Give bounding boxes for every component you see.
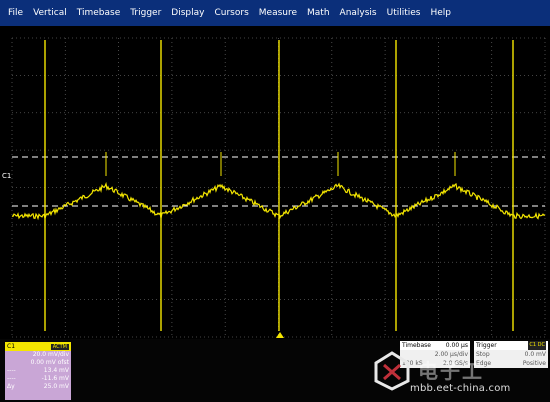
menu-trigger[interactable]: Trigger <box>125 8 166 18</box>
watermark-url: mbb.eet-china.com <box>410 383 511 394</box>
cursor1-label: ---- <box>7 367 16 374</box>
menu-measure[interactable]: Measure <box>254 8 302 18</box>
channel-badge: ACTM <box>50 343 69 350</box>
volts-per-div: 20.0 mV/div <box>32 351 69 358</box>
menu-vertical[interactable]: Vertical <box>28 8 72 18</box>
cursor2-value: -11.6 mV <box>41 375 69 382</box>
watermark-cn: 电子工 <box>418 359 484 383</box>
channel-row: ---- 13.4 mV <box>5 367 71 375</box>
menu-analysis[interactable]: Analysis <box>335 8 382 18</box>
channel-offset-marker[interactable]: C1 <box>2 172 11 180</box>
channel-row: Δy 25.0 mV <box>5 383 71 391</box>
channel-name: C1 <box>7 343 16 350</box>
menu-file[interactable]: File <box>0 8 28 18</box>
channel-row: ---- -11.6 mV <box>5 375 71 383</box>
menu-timebase[interactable]: Timebase <box>72 8 125 18</box>
offset: 0.00 mV ofst <box>30 359 69 366</box>
cursor1-value: 13.4 mV <box>43 367 69 374</box>
delta-label: Δy <box>7 383 15 390</box>
channel-row: 0.00 mV ofst <box>5 359 71 367</box>
menu-bar: File Vertical Timebase Trigger Display C… <box>0 0 550 26</box>
cursor2-label: ---- <box>7 375 16 382</box>
menu-help[interactable]: Help <box>426 8 457 18</box>
menu-utilities[interactable]: Utilities <box>382 8 426 18</box>
watermark: 电子工 mbb.eet-china.com <box>370 345 546 401</box>
watermark-logo <box>374 351 410 391</box>
menu-display[interactable]: Display <box>166 8 209 18</box>
menu-math[interactable]: Math <box>302 8 335 18</box>
menu-cursors[interactable]: Cursors <box>209 8 253 18</box>
delta-value: 25.0 mV <box>43 383 69 390</box>
waveform-display[interactable] <box>0 26 550 339</box>
channel-row: 20.0 mV/div <box>5 351 71 359</box>
status-area: C1 ACTM 20.0 mV/div 0.00 mV ofst ---- 13.… <box>0 339 550 402</box>
channel-descriptor[interactable]: C1 ACTM 20.0 mV/div 0.00 mV ofst ---- 13.… <box>5 342 71 400</box>
channel-header: C1 ACTM <box>5 342 71 351</box>
